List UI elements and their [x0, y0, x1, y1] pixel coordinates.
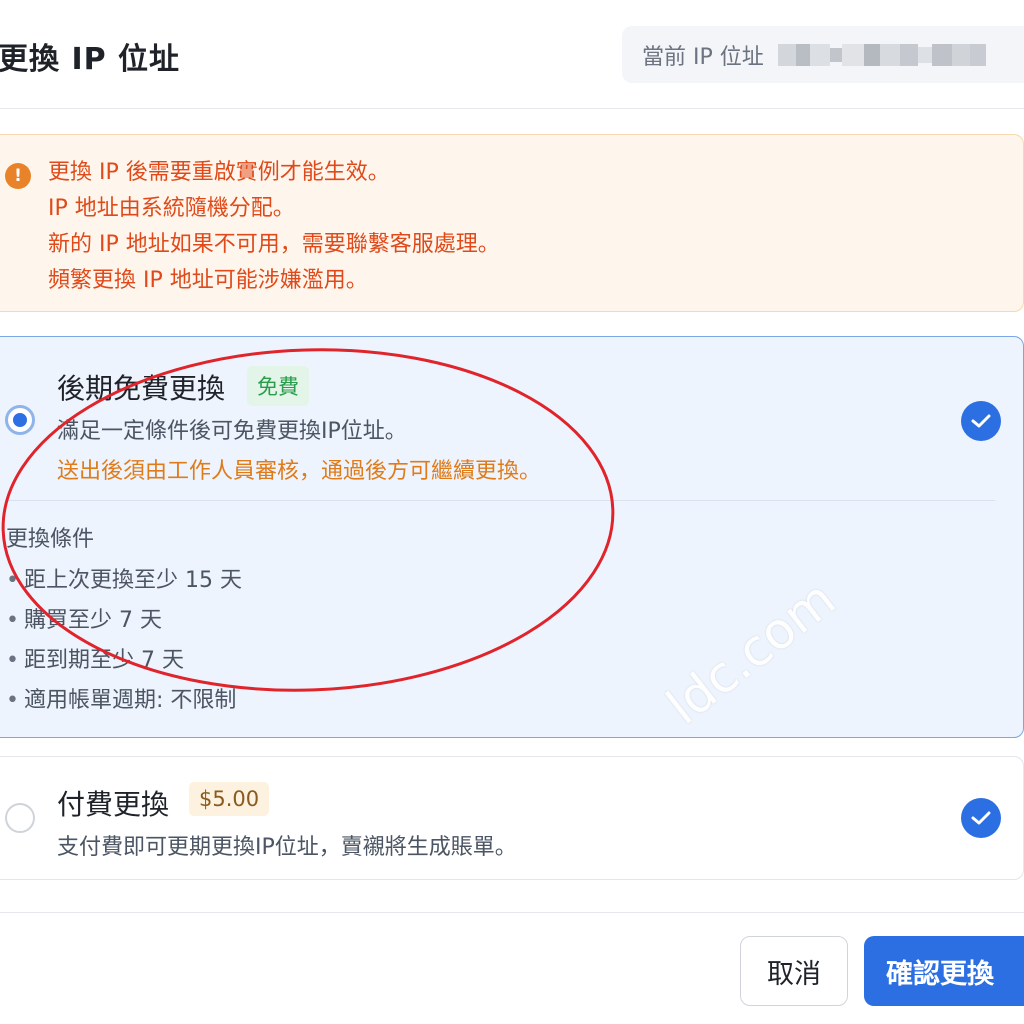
warning-line: 更換 IP 後需要重啟實例才能生效。 — [48, 160, 390, 185]
check-circle-icon — [961, 798, 1001, 838]
warning-lines: 更換 IP 後需要重啟實例才能生效。 IP 地址由系統隨機分配。 新的 IP 地… — [48, 155, 500, 299]
paid-option-title: 付費更換 — [57, 788, 170, 821]
footer-divider — [0, 912, 1024, 913]
free-option-description: 滿足一定條件後可免費更換IP位址。 — [57, 419, 407, 444]
warning-line: IP 地址由系統隨機分配。 — [48, 196, 295, 221]
conditions-title: 更換條件 — [6, 527, 95, 552]
modal-title: 更換 IP 位址 — [0, 42, 181, 77]
condition-item: • 距到期至少 7 天 — [6, 648, 184, 673]
condition-item: • 距上次更換至少 15 天 — [6, 568, 242, 593]
current-ip-label: 當前 IP 位址 — [642, 44, 764, 70]
current-ip-box: 當前 IP 位址 — [622, 26, 1024, 83]
check-circle-icon — [961, 401, 1001, 441]
free-badge: 免費 — [247, 366, 309, 406]
current-ip-value-blurred — [777, 43, 986, 66]
price-badge: $5.00 — [189, 782, 270, 816]
paid-option-radio[interactable] — [5, 803, 35, 833]
header-divider — [0, 108, 1024, 109]
exclamation-circle-icon: ! — [5, 163, 31, 189]
free-option-review-note: 送出後須由工作人員審核，通過後方可繼續更換。 — [57, 459, 542, 484]
conditions-list: • 距上次更換至少 15 天 • 購買至少 7 天 • 距到期至少 7 天 • 適用帳單… — [6, 561, 242, 721]
warning-line: 頻繁更換 IP 地址可能涉嫌濫用。 — [48, 268, 368, 293]
free-option-title: 後期免費更換 — [57, 372, 226, 405]
cancel-button[interactable]: 取消 — [740, 936, 848, 1006]
paid-option-description: 支付費即可更期更換IP位址，賣襯將生成賬單。 — [57, 835, 517, 860]
free-option-radio[interactable] — [5, 405, 35, 435]
option-free-change[interactable]: 後期免費更換 免費 滿足一定條件後可免費更換IP位址。 送出後須由工作人員審核，… — [0, 336, 1024, 738]
condition-item: • 購買至少 7 天 — [6, 608, 162, 633]
warning-line: 新的 IP 地址如果不可用，需要聯繫客服處理。 — [48, 232, 500, 257]
option-paid-change[interactable]: 付費更換 $5.00 支付費即可更期更換IP位址，賣襯將生成賬單。 — [0, 756, 1024, 880]
conditions-divider — [5, 500, 995, 501]
condition-item: • 適用帳單週期: 不限制 — [6, 688, 237, 713]
warning-notice: ! 更換 IP 後需要重啟實例才能生效。 IP 地址由系統隨機分配。 新的 IP… — [0, 134, 1024, 312]
confirm-change-button[interactable]: 確認更換 — [864, 936, 1024, 1006]
